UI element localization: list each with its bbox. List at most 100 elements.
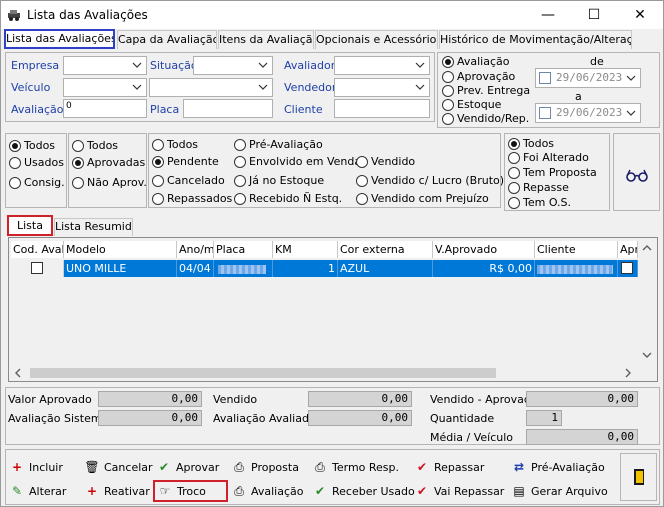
radio-tem-os[interactable]: Tem O.S. (508, 196, 571, 209)
maximize-button[interactable]: ☐ (571, 1, 617, 29)
horizontal-scrollbar[interactable] (10, 365, 639, 381)
radio-dot (152, 138, 164, 151)
aprovar-button[interactable]: ✔ Aprovar (156, 456, 219, 478)
date-to-checkbox[interactable] (539, 107, 551, 119)
date-from-checkbox[interactable] (539, 72, 551, 84)
radio-dot (234, 155, 246, 168)
radio-label: Vendido c/ Lucro (Bruto) (371, 174, 505, 187)
scroll-up-icon[interactable] (642, 244, 652, 252)
column-header[interactable]: Cod. Aval (11, 241, 64, 258)
scroll-left-icon[interactable] (14, 368, 22, 378)
printer-icon: ⎙ (234, 459, 244, 474)
column-header[interactable]: Cor externa (338, 241, 433, 258)
column-header[interactable]: V.Aprovado (433, 241, 535, 258)
tab-historico[interactable]: Histórico de Movimentação/Alterações (439, 30, 632, 49)
tab-lista[interactable]: Lista (7, 215, 53, 236)
scroll-down-icon[interactable] (642, 351, 652, 359)
radio-cancelado[interactable]: Cancelado (152, 174, 225, 187)
gerar-arquivo-button[interactable]: ▤ Gerar Arquivo (511, 480, 607, 502)
radio-recebido-n-estq[interactable]: Recebido Ñ Estq. (234, 192, 342, 205)
tab-lista-resumida[interactable]: Lista Resumida (54, 218, 133, 236)
radio-pendente[interactable]: Pendente (152, 155, 219, 168)
vai-repassar-button[interactable]: ✔ Vai Repassar (414, 480, 504, 502)
column-header[interactable]: KM (273, 241, 338, 258)
scroll-thumb[interactable] (30, 368, 496, 378)
cancelar-button[interactable]: 🗑 Cancelar (84, 456, 153, 478)
radio-consig[interactable]: Consig. (9, 176, 65, 189)
media-veiculo-label: Média / Veículo (430, 431, 514, 444)
veiculo-combo[interactable] (63, 78, 147, 97)
incluir-button[interactable]: + Incluir (9, 456, 63, 478)
radio-vendido-lucro[interactable]: Vendido c/ Lucro (Bruto) (356, 174, 504, 187)
cliente-input[interactable] (334, 99, 430, 118)
date-to-picker[interactable]: 29/06/2023 (535, 103, 641, 123)
radio-nao-aprov[interactable]: Não Aprov. (72, 176, 147, 189)
radio-aprovadas[interactable]: Aprovadas (72, 156, 145, 169)
radio-repassados[interactable]: Repassados (152, 192, 232, 205)
radio-estoque[interactable]: Estoque (442, 98, 501, 111)
printer-icon: ⎙ (234, 483, 244, 498)
radio-repasse[interactable]: Repasse (508, 181, 569, 194)
radio-pre-avaliacao[interactable]: Pré-Avaliação (234, 138, 323, 151)
exit-button[interactable] (620, 453, 657, 501)
tab-opcionais[interactable]: Opcionais e Acessórios (315, 30, 438, 49)
cor-cell: AZUL (338, 260, 433, 277)
termo-resp-button[interactable]: ⎙ Termo Resp. (312, 456, 399, 478)
troco-button[interactable]: ☞ Troco (153, 480, 228, 502)
reativar-button[interactable]: + Reativar (84, 480, 150, 502)
radio-todos[interactable]: Todos (508, 137, 554, 150)
radio-label: Tem O.S. (523, 196, 572, 209)
row-checkbox[interactable] (31, 262, 43, 274)
radio-dot (72, 139, 84, 152)
radio-dot (72, 156, 84, 169)
column-header[interactable]: Cliente (535, 241, 618, 258)
column-header[interactable]: Apr (618, 241, 638, 258)
placa-input[interactable] (183, 99, 273, 118)
pre-avaliacao-button[interactable]: ⇄ Pré-Avaliação (511, 456, 605, 478)
glasses-icon[interactable] (626, 168, 648, 182)
vertical-scrollbar[interactable] (639, 239, 656, 365)
model-combo[interactable] (149, 78, 273, 97)
radio-aprovacao[interactable]: Aprovação (442, 70, 515, 83)
proposta-button[interactable]: ⎙ Proposta (231, 456, 299, 478)
radio-todos[interactable]: Todos (9, 139, 55, 152)
radio-usados[interactable]: Usados (9, 156, 64, 169)
tab-capa[interactable]: Capa da Avaliação (117, 30, 217, 49)
column-header[interactable]: Modelo (64, 241, 177, 258)
radio-todos[interactable]: Todos (72, 139, 118, 152)
apr-checkbox[interactable] (621, 262, 633, 274)
radio-dot (356, 155, 368, 168)
tab-lista-avaliacoes[interactable]: Lista das Avaliações (4, 29, 115, 49)
radio-vendido-rep[interactable]: Vendido/Rep. (442, 112, 529, 125)
radio-todos[interactable]: Todos (152, 138, 198, 151)
exit-door-icon (633, 469, 644, 485)
avaliacao-button[interactable]: ⎙ Avaliação (231, 480, 303, 502)
radio-ja-no-estoque[interactable]: Já no Estoque (234, 174, 324, 187)
radio-envolvido-venda[interactable]: Envolvido em Venda (234, 155, 361, 168)
situacao-combo[interactable] (193, 56, 273, 75)
edit-icon: ✎ (11, 484, 23, 498)
receber-usado-button[interactable]: ✔ Receber Usado (312, 480, 415, 502)
button-label: Proposta (251, 460, 299, 474)
column-header[interactable]: Placa (214, 241, 273, 258)
radio-prev-entrega[interactable]: Prev. Entrega (442, 84, 530, 97)
vendedor-combo[interactable] (334, 78, 430, 97)
tab-itens[interactable]: Itens da Avaliação (218, 30, 314, 49)
radio-vendido[interactable]: Vendido (356, 155, 415, 168)
column-header[interactable]: Ano/m (177, 241, 214, 258)
avaliacao-input[interactable]: 0 (63, 99, 147, 118)
avaliador-combo[interactable] (334, 56, 430, 75)
vendido-value: 0,00 (308, 391, 412, 407)
empresa-combo[interactable] (63, 56, 147, 75)
radio-avaliacao[interactable]: Avaliação (442, 55, 510, 68)
button-label: Cancelar (104, 460, 153, 474)
radio-tem-proposta[interactable]: Tem Proposta (508, 166, 597, 179)
close-button[interactable]: ✕ (617, 1, 663, 29)
minimize-button[interactable]: — (525, 1, 571, 29)
radio-foi-alterado[interactable]: Foi Alterado (508, 151, 589, 164)
scroll-right-icon[interactable] (624, 368, 632, 378)
repassar-button[interactable]: ✔ Repassar (414, 456, 484, 478)
date-from-picker[interactable]: 29/06/2023 (535, 68, 641, 88)
radio-vendido-prejuizo[interactable]: Vendido com Prejuízo (356, 192, 489, 205)
alterar-button[interactable]: ✎ Alterar (9, 480, 66, 502)
